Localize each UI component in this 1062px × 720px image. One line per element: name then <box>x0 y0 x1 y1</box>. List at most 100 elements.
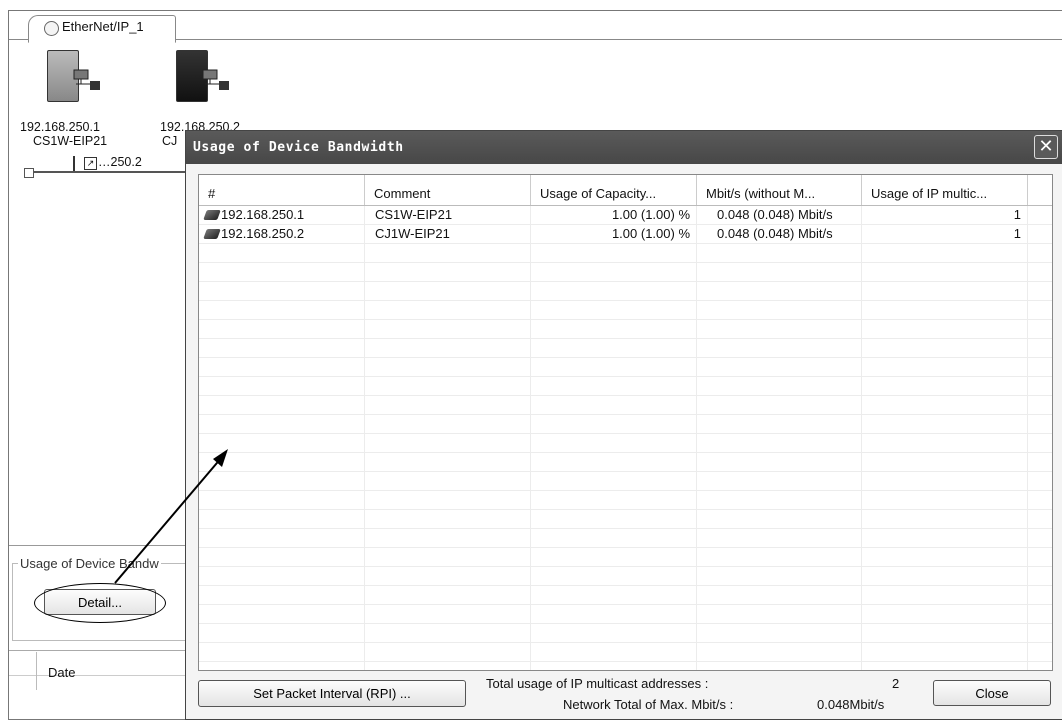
empty-cell <box>365 472 531 490</box>
empty-cell <box>199 643 365 661</box>
empty-cell <box>365 662 531 670</box>
empty-cell <box>531 491 697 509</box>
empty-cell <box>199 453 365 471</box>
empty-cell <box>697 662 862 670</box>
empty-cell <box>862 662 1028 670</box>
empty-cell <box>862 415 1028 433</box>
empty-cell <box>199 529 365 547</box>
column-header-multicast[interactable]: Usage of IP multic... <box>862 175 1028 205</box>
empty-cell <box>531 320 697 338</box>
date-column-header[interactable]: Date <box>48 665 75 680</box>
empty-cell <box>199 624 365 642</box>
device-icon <box>203 229 221 239</box>
column-header-number[interactable]: # <box>199 175 365 205</box>
device-1-model: CS1W-EIP21 <box>33 134 108 148</box>
empty-cell <box>531 339 697 357</box>
empty-cell <box>199 263 365 281</box>
empty-cell <box>365 453 531 471</box>
empty-cell <box>697 415 862 433</box>
empty-cell <box>531 662 697 670</box>
empty-cell <box>697 320 862 338</box>
empty-cell <box>199 339 365 357</box>
column-header-comment[interactable]: Comment <box>365 175 531 205</box>
empty-cell <box>862 434 1028 452</box>
device-connector <box>73 156 75 172</box>
table-body: 192.168.250.1 CS1W-EIP21 1.00 (1.00) % 0… <box>199 206 1052 670</box>
network-line <box>32 171 192 173</box>
link-icon: ↗ <box>84 157 97 170</box>
empty-cell <box>697 244 862 262</box>
column-separator <box>36 652 37 690</box>
empty-cell <box>697 643 862 661</box>
panel-divider <box>9 545 187 548</box>
device-ip: 192.168.250.2 <box>221 226 305 241</box>
bandwidth-table[interactable]: # Comment Usage of Capacity... Mbit/s (w… <box>198 174 1053 671</box>
close-icon[interactable]: ✕ <box>1034 135 1058 159</box>
empty-cell <box>697 377 862 395</box>
empty-cell <box>365 491 531 509</box>
empty-cell <box>862 510 1028 528</box>
empty-cell <box>862 263 1028 281</box>
empty-cell <box>697 301 862 319</box>
empty-cell <box>697 263 862 281</box>
highlight-oval <box>34 583 166 623</box>
device-1-ip: 192.168.250.1 <box>20 120 100 134</box>
tab-label: EtherNet/IP_1 <box>62 19 144 34</box>
empty-cell <box>365 605 531 623</box>
device-ip-cell: 192.168.250.1 <box>199 206 365 224</box>
table-row[interactable]: 192.168.250.1 CS1W-EIP21 1.00 (1.00) % 0… <box>199 206 1052 225</box>
device-2-short-label: …250.2 <box>98 155 142 169</box>
empty-cell <box>199 586 365 604</box>
empty-row <box>199 301 1052 320</box>
empty-row <box>199 567 1052 586</box>
column-header-usage[interactable]: Usage of Capacity... <box>531 175 697 205</box>
grid-header <box>9 650 199 676</box>
empty-cell <box>365 415 531 433</box>
empty-cell <box>531 529 697 547</box>
empty-cell <box>365 282 531 300</box>
empty-cell <box>199 415 365 433</box>
empty-cell <box>199 548 365 566</box>
empty-cell <box>862 472 1028 490</box>
empty-row <box>199 662 1052 670</box>
network-badge-icon <box>202 69 229 90</box>
empty-cell <box>531 434 697 452</box>
empty-cell <box>199 377 365 395</box>
set-packet-interval-button[interactable]: Set Packet Interval (RPI) ... <box>198 680 466 707</box>
column-header-mbits[interactable]: Mbit/s (without M... <box>697 175 862 205</box>
empty-cell <box>862 396 1028 414</box>
empty-cell <box>531 263 697 281</box>
empty-cell <box>862 301 1028 319</box>
dialog-title: Usage of Device Bandwidth <box>193 140 404 155</box>
empty-cell <box>862 586 1028 604</box>
empty-cell <box>531 605 697 623</box>
empty-row <box>199 377 1052 396</box>
total-multicast-label: Total usage of IP multicast addresses : <box>486 676 709 691</box>
empty-cell <box>365 358 531 376</box>
empty-cell <box>697 358 862 376</box>
empty-cell <box>697 339 862 357</box>
table-row[interactable]: 192.168.250.2 CJ1W-EIP21 1.00 (1.00) % 0… <box>199 225 1052 244</box>
empty-cell <box>697 396 862 414</box>
usage-cell: 1.00 (1.00) % <box>531 225 697 243</box>
close-button[interactable]: Close <box>933 680 1051 706</box>
empty-cell <box>365 339 531 357</box>
empty-row <box>199 529 1052 548</box>
empty-cell <box>365 434 531 452</box>
empty-cell <box>365 529 531 547</box>
comment-cell: CS1W-EIP21 <box>365 206 531 224</box>
empty-cell <box>199 510 365 528</box>
empty-cell <box>199 605 365 623</box>
empty-cell <box>862 605 1028 623</box>
empty-cell <box>199 491 365 509</box>
empty-row <box>199 643 1052 662</box>
network-total-label: Network Total of Max. Mbit/s : <box>563 697 734 712</box>
empty-row <box>199 605 1052 624</box>
empty-cell <box>365 586 531 604</box>
empty-cell <box>199 358 365 376</box>
empty-cell <box>697 472 862 490</box>
empty-row <box>199 358 1052 377</box>
device-ip: 192.168.250.1 <box>221 207 305 222</box>
device-2-model: CJ <box>162 134 178 148</box>
network-total-value: 0.048Mbit/s <box>817 697 885 712</box>
